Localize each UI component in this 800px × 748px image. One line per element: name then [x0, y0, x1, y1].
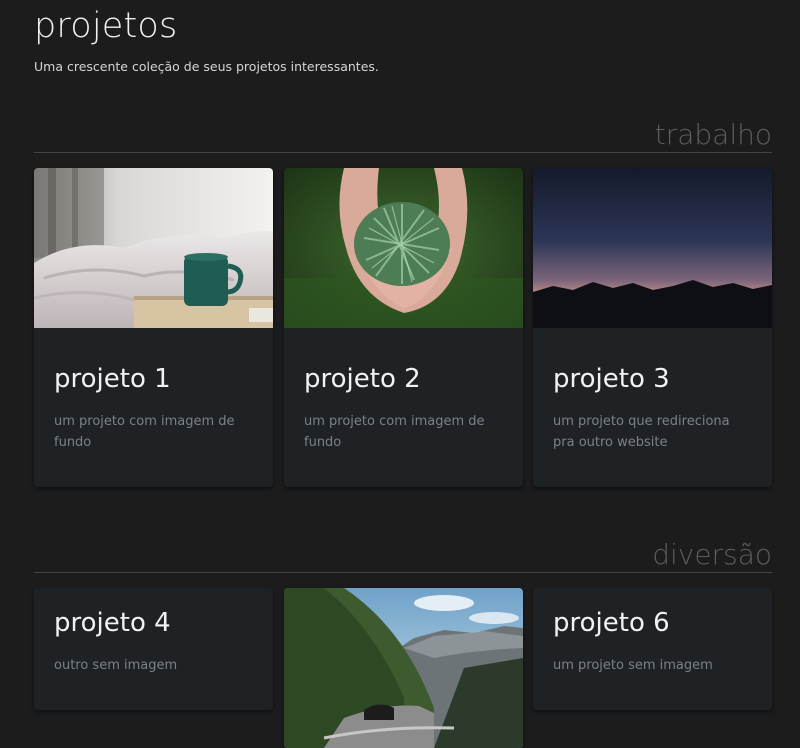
card-description: um projeto com imagem de fundo [304, 414, 485, 450]
page-title: projetos [34, 6, 178, 46]
card-title: projeto 2 [304, 364, 421, 394]
card-description: um projeto com imagem de fundo [54, 414, 235, 450]
project-card-6[interactable]: projeto 6 um projeto sem imagem [533, 588, 772, 710]
section-title: trabalho [654, 118, 772, 151]
project-card-1[interactable]: projeto 1 um projeto com imagem de fundo [34, 168, 273, 487]
card-title: projeto 3 [553, 364, 670, 394]
project-card-2[interactable]: projeto 2 um projeto com imagem de fundo [284, 168, 523, 487]
card-image-coffee-mug [34, 168, 273, 328]
card-description: um projeto que redireciona pra outro web… [553, 414, 730, 450]
project-card-5[interactable] [284, 588, 523, 748]
card-description: um projeto sem imagem [553, 658, 713, 673]
section-header-diversao: diversão [34, 538, 772, 573]
card-image-pine-needles [284, 168, 523, 328]
project-card-3[interactable]: projeto 3 um projeto que redireciona pra… [533, 168, 772, 487]
card-description: outro sem imagem [54, 658, 178, 673]
section-header-trabalho: trabalho [34, 118, 772, 153]
card-image-mountain-sunset [533, 168, 772, 328]
card-title: projeto 4 [54, 608, 171, 638]
card-title: projeto 6 [553, 608, 670, 638]
section-title: diversão [652, 538, 772, 571]
card-image-mountain-road [284, 588, 523, 748]
page-subtitle: Uma crescente coleção de seus projetos i… [34, 59, 379, 74]
project-card-4[interactable]: projeto 4 outro sem imagem [34, 588, 273, 710]
card-title: projeto 1 [54, 364, 171, 394]
